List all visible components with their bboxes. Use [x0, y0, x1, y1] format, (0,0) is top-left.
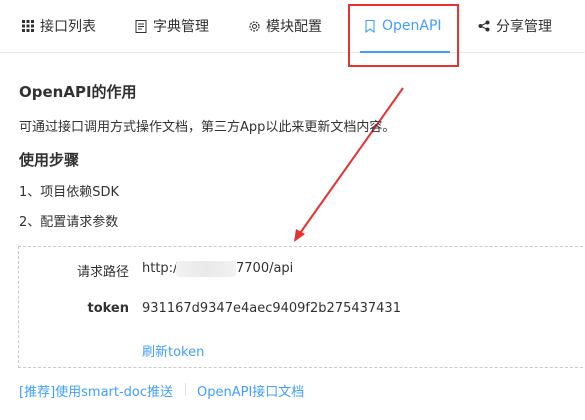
step-item: 1、项目依赖SDK: [19, 185, 120, 200]
request-url-suffix: 7700/api: [236, 261, 294, 276]
link-separator: [185, 383, 186, 396]
openapi-purpose-heading: OpenAPI的作用: [19, 83, 137, 101]
request-url-label: 请求路径: [76, 265, 129, 280]
openapi-doc-link[interactable]: OpenAPI接口文档: [197, 381, 304, 400]
token-label: token: [87, 301, 129, 316]
step-item: 2、配置请求参数: [19, 215, 119, 230]
refresh-token-link[interactable]: 刷新token: [142, 341, 204, 360]
smart-doc-push-link[interactable]: [推荐]使用smart-doc推送: [19, 381, 173, 400]
redacted-host: [176, 261, 236, 277]
openapi-purpose-desc: 可通过接口调用方式操作文档，第三方App以此来更新文档内容。: [19, 120, 396, 135]
token-value: 931167d9347e4aec9409f2b275437431: [142, 301, 401, 316]
usage-steps-heading: 使用步骤: [19, 151, 80, 169]
